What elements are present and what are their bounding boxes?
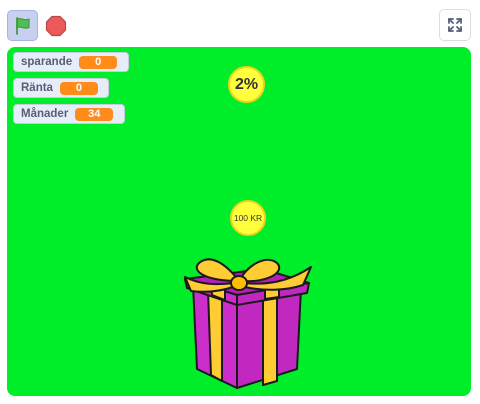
green-flag-button[interactable] [7,10,38,41]
monitor-value: 0 [59,81,98,95]
money-coin-sprite[interactable]: 100 KR [230,200,266,236]
fullscreen-icon [448,18,462,32]
stage-toolbar [0,0,480,46]
monitor-value: 0 [79,55,118,69]
fullscreen-button[interactable] [439,9,471,41]
rate-coin-sprite[interactable]: 2% [228,66,265,103]
monitor-manader: Månader 34 [13,104,125,124]
stop-icon [45,15,66,36]
monitor-sparande: sparande 0 [13,52,129,72]
stop-button[interactable] [40,10,71,41]
monitor-label: sparande [21,56,73,68]
monitor-value: 34 [75,107,114,121]
monitor-ranta: Ränta 0 [13,78,109,98]
monitor-label: Ränta [21,82,53,94]
gift-box-sprite[interactable] [177,255,317,390]
monitor-label: Månader [21,108,69,120]
stage[interactable]: sparande 0 Ränta 0 Månader 34 2% 100 KR [7,47,471,396]
green-flag-icon [15,16,30,35]
